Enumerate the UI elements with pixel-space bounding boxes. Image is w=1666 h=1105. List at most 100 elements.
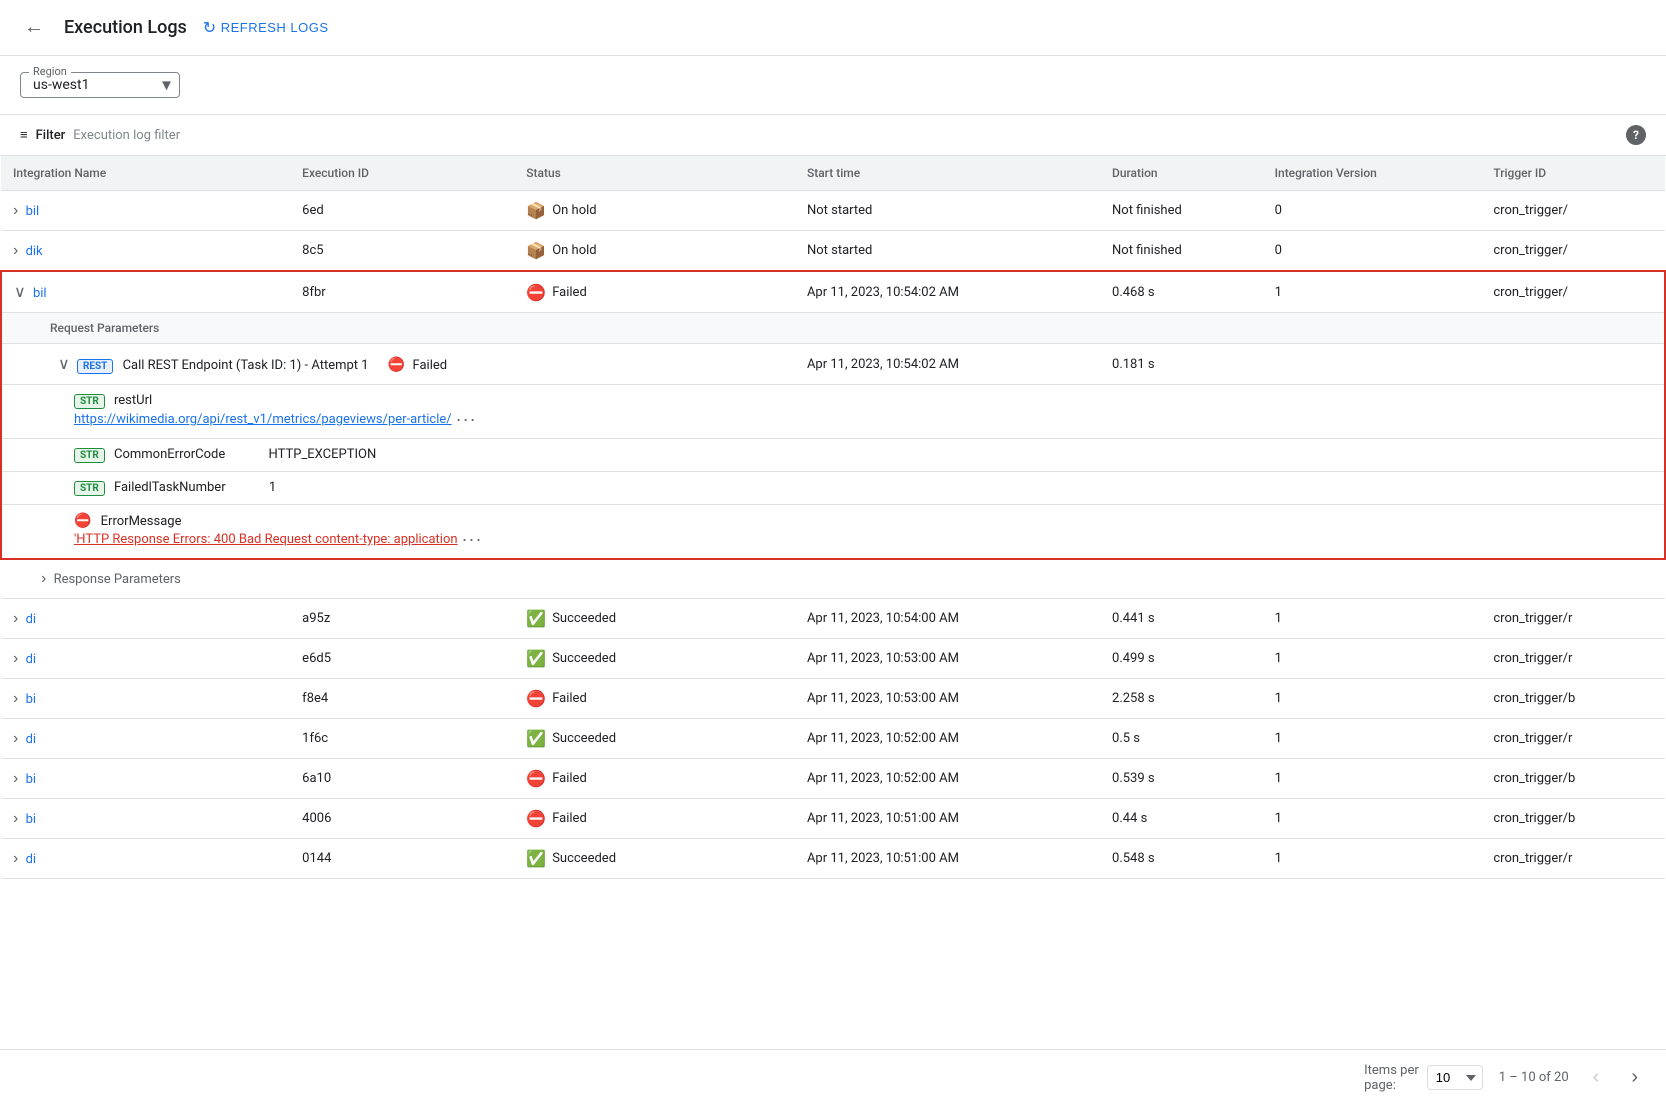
prev-page-button[interactable]: ‹ xyxy=(1585,1062,1608,1093)
per-page-select[interactable]: 10 25 50 100 xyxy=(1427,1065,1483,1090)
execution-id: 6ed xyxy=(290,191,514,231)
integration-name-link[interactable]: di xyxy=(26,852,37,867)
status-label: Succeeded xyxy=(552,731,616,746)
col-start-time: Start time xyxy=(795,156,1100,191)
region-value: us-west1 xyxy=(33,77,89,93)
task-description: Call REST Endpoint (Task ID: 1) - Attemp… xyxy=(123,358,369,373)
task-start-time: Apr 11, 2023, 10:54:02 AM xyxy=(795,344,1100,385)
integration-name-link[interactable]: di xyxy=(26,612,37,627)
integration-name-link[interactable]: di xyxy=(26,732,37,747)
succeeded-icon: ✅ xyxy=(526,729,546,748)
page-info: 1 – 10 of 20 xyxy=(1499,1070,1569,1085)
url-ellipsis-button[interactable]: ··· xyxy=(456,409,477,430)
integration-name-link[interactable]: bil xyxy=(26,204,40,219)
integration-name-link[interactable]: bi xyxy=(26,692,36,707)
start-time: Apr 11, 2023, 10:53:00 AM xyxy=(795,679,1100,719)
response-expand-button[interactable]: › xyxy=(41,570,46,588)
integration-name-link[interactable]: di xyxy=(26,652,37,667)
failed-icon: ⛔ xyxy=(526,283,546,302)
status-label: Failed xyxy=(552,811,587,826)
col-duration: Duration xyxy=(1100,156,1263,191)
help-icon[interactable]: ? xyxy=(1626,125,1646,145)
version: 0 xyxy=(1263,231,1482,272)
refresh-button[interactable]: ↻ REFRESH LOGS xyxy=(203,18,329,38)
version: 1 xyxy=(1263,719,1482,759)
version: 1 xyxy=(1263,679,1482,719)
col-integration-name: Integration Name xyxy=(1,156,290,191)
succeeded-icon: ✅ xyxy=(526,849,546,868)
status-label: Failed xyxy=(552,285,587,300)
start-time: Apr 11, 2023, 10:51:00 AM xyxy=(795,839,1100,879)
expand-button[interactable]: › xyxy=(13,810,18,828)
error-ellipsis-button[interactable]: ··· xyxy=(462,529,483,550)
refresh-icon: ↻ xyxy=(203,18,217,38)
start-time: Not started xyxy=(795,191,1100,231)
items-per-page-label: Items per page: xyxy=(1364,1063,1419,1093)
table-row: › bil 6ed 📦 On hold Not started Not fini… xyxy=(1,191,1665,231)
status-cell: ⛔ Failed xyxy=(526,769,783,788)
duration: 0.499 s xyxy=(1100,639,1263,679)
integration-name-link[interactable]: bi xyxy=(26,812,36,827)
task-expand-button[interactable]: ∨ xyxy=(58,354,70,374)
region-selector[interactable]: Region us-west1 ▾ xyxy=(20,72,180,98)
duration: Not finished xyxy=(1100,191,1263,231)
error-message-value[interactable]: 'HTTP Response Errors: 400 Bad Request c… xyxy=(74,532,458,547)
expand-button[interactable]: › xyxy=(13,690,18,708)
version: 1 xyxy=(1263,759,1482,799)
execution-id: e6d5 xyxy=(290,639,514,679)
version: 1 xyxy=(1263,599,1482,639)
back-button[interactable]: ← xyxy=(20,12,48,43)
str-badge: STR xyxy=(74,448,105,463)
failed-icon: ⛔ xyxy=(526,809,546,828)
expand-button[interactable]: › xyxy=(13,242,18,260)
filter-placeholder: Execution log filter xyxy=(73,128,180,143)
field-value: 1 xyxy=(269,480,276,495)
next-page-button[interactable]: › xyxy=(1623,1062,1646,1093)
status-label: Failed xyxy=(552,691,587,706)
execution-id: a95z xyxy=(290,599,514,639)
table-row: › bi 4006 ⛔ Failed Apr 11, 2023, 10:51:0… xyxy=(1,799,1665,839)
duration: Not finished xyxy=(1100,231,1263,272)
execution-id: 0144 xyxy=(290,839,514,879)
expand-button[interactable]: › xyxy=(13,610,18,628)
status-cell: ✅ Succeeded xyxy=(526,729,783,748)
version: 1 xyxy=(1263,639,1482,679)
response-params-label: Response Parameters xyxy=(54,572,181,587)
field-row-tasknumber: STR FailedlTaskNumber 1 xyxy=(1,472,1665,505)
integration-name-link[interactable]: bil xyxy=(33,286,47,301)
version: 0 xyxy=(1263,191,1482,231)
expand-button[interactable]: › xyxy=(13,730,18,748)
items-per-page: Items per page: 10 25 50 100 xyxy=(1364,1063,1483,1093)
expand-button[interactable]: ∨ xyxy=(14,282,26,302)
execution-id: f8e4 xyxy=(290,679,514,719)
execution-id: 6a10 xyxy=(290,759,514,799)
status-cell: ⛔ Failed xyxy=(526,809,783,828)
start-time: Apr 11, 2023, 10:54:02 AM xyxy=(795,271,1100,313)
succeeded-icon: ✅ xyxy=(526,609,546,628)
filter-button[interactable]: ≡ Filter xyxy=(20,127,65,143)
duration: 0.539 s xyxy=(1100,759,1263,799)
task-status: Failed xyxy=(413,358,448,373)
integration-name-link[interactable]: dik xyxy=(26,244,43,259)
table-body: › bil 6ed 📦 On hold Not started Not fini… xyxy=(1,191,1665,879)
expand-button[interactable]: › xyxy=(13,850,18,868)
rest-url-value[interactable]: https://wikimedia.org/api/rest_v1/metric… xyxy=(74,412,452,427)
expand-button[interactable]: › xyxy=(13,650,18,668)
start-time: Apr 11, 2023, 10:52:00 AM xyxy=(795,759,1100,799)
filter-label: Filter xyxy=(36,128,66,143)
duration: 0.548 s xyxy=(1100,839,1263,879)
field-name: FailedlTaskNumber xyxy=(114,480,226,495)
table-row: › di 1f6c ✅ Succeeded Apr 11, 2023, 10:5… xyxy=(1,719,1665,759)
table-row: › di e6d5 ✅ Succeeded Apr 11, 2023, 10:5… xyxy=(1,639,1665,679)
field-value: HTTP_EXCEPTION xyxy=(269,447,377,462)
expand-button[interactable]: › xyxy=(13,770,18,788)
status-cell: ⛔ Failed xyxy=(526,283,783,302)
trigger-id: cron_trigger/b xyxy=(1481,679,1665,719)
page-title: Execution Logs xyxy=(64,17,187,38)
trigger-id: cron_trigger/r xyxy=(1481,639,1665,679)
integration-name-link[interactable]: bi xyxy=(26,772,36,787)
onhold-icon: 📦 xyxy=(526,201,546,220)
execution-id: 8fbr xyxy=(290,271,514,313)
execution-id: 4006 xyxy=(290,799,514,839)
expand-button[interactable]: › xyxy=(13,202,18,220)
